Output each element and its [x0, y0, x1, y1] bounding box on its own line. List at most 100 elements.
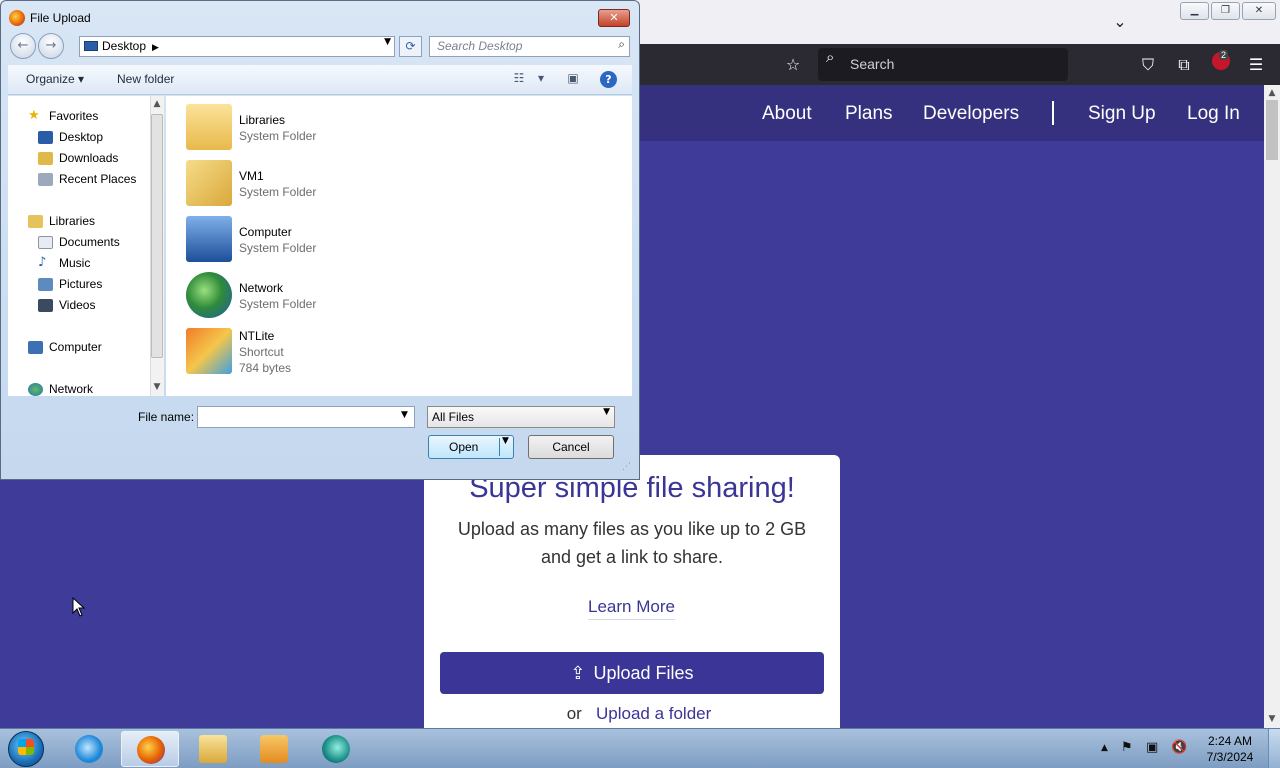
dialog-close-button[interactable]: ✕	[598, 9, 630, 27]
scroll-up-icon[interactable]: ▲	[1264, 86, 1280, 101]
resize-grip-icon[interactable]: ⋰	[622, 462, 631, 472]
learn-more-link[interactable]: Learn More	[588, 597, 675, 620]
file-name[interactable]: NTLite	[239, 329, 274, 343]
nav-videos[interactable]: Videos	[59, 298, 95, 312]
navigation-pane-scroll-thumb[interactable]	[151, 114, 163, 358]
windows-logo-icon	[18, 739, 34, 755]
taskbar-internet-explorer[interactable]	[60, 731, 118, 767]
nav-plans[interactable]: Plans	[845, 103, 893, 125]
minimize-button[interactable]: ▁	[1180, 2, 1209, 20]
nav-favorites[interactable]: Favorites	[49, 109, 98, 123]
open-button[interactable]: Open ▼	[428, 435, 514, 459]
user-folder-icon[interactable]	[186, 160, 232, 206]
search-icon: ⌕	[826, 48, 835, 66]
taskbar-file-explorer[interactable]	[184, 731, 242, 767]
file-name[interactable]: Network	[239, 281, 283, 295]
view-dropdown-icon[interactable]: ▾	[532, 71, 550, 87]
address-crumb-desktop[interactable]: Desktop	[102, 39, 146, 53]
firefox-icon	[9, 10, 25, 26]
file-name-dropdown-icon[interactable]: ▼	[401, 410, 408, 420]
file-list	[166, 96, 632, 396]
file-type-filter-value: All Files	[432, 410, 475, 424]
computer-icon	[28, 341, 43, 354]
pocket-icon[interactable]: ⛉	[1136, 53, 1160, 77]
network-icon[interactable]	[186, 272, 232, 318]
network-icon	[28, 383, 43, 396]
upload-files-button[interactable]: ⇪ Upload Files	[440, 652, 824, 694]
taskbar-app[interactable]	[307, 731, 365, 767]
dialog-search-placeholder: Search Desktop	[437, 39, 523, 53]
libraries-icon	[28, 215, 43, 228]
music-icon: ♪	[38, 255, 47, 270]
file-type-filter[interactable]: All Files ▼	[427, 406, 615, 428]
dialog-search-input[interactable]: Search Desktop ⌕	[429, 36, 630, 57]
volume-muted-icon[interactable]: 🔇	[1171, 740, 1187, 755]
bookmark-star-icon[interactable]: ☆	[781, 53, 805, 77]
organize-button[interactable]: Organize ▾	[26, 72, 84, 86]
upload-folder-link[interactable]: Upload a folder	[596, 704, 711, 723]
forward-arrow-icon[interactable]: →	[38, 33, 64, 59]
chevron-down-icon: ▼	[603, 407, 610, 417]
libraries-folder-icon[interactable]	[186, 104, 232, 150]
page-scroll-thumb[interactable]	[1266, 100, 1278, 160]
action-center-flag-icon[interactable]: ⚑	[1121, 740, 1133, 755]
new-folder-button[interactable]: New folder	[117, 72, 174, 86]
chevron-down-icon[interactable]: ⌄	[1108, 10, 1132, 34]
search-bar[interactable]: ⌕ Search	[818, 48, 1068, 81]
nav-recent-places[interactable]: Recent Places	[59, 172, 136, 186]
show-desktop-button[interactable]	[1268, 729, 1280, 768]
nav-network[interactable]: Network	[49, 382, 93, 396]
scroll-down-icon[interactable]: ▼	[1264, 712, 1280, 727]
open-dropdown-icon[interactable]: ▼	[502, 436, 509, 446]
internet-explorer-icon	[75, 735, 103, 763]
file-name-input[interactable]	[197, 406, 415, 428]
computer-icon[interactable]	[186, 216, 232, 262]
nav-pictures[interactable]: Pictures	[59, 277, 102, 291]
cancel-button[interactable]: Cancel	[528, 435, 614, 459]
nav-log-in[interactable]: Log In	[1187, 103, 1240, 125]
nav-divider	[1052, 101, 1054, 125]
extensions-icon[interactable]: ⧉	[1172, 53, 1196, 77]
back-arrow-icon[interactable]: ←	[10, 33, 36, 59]
taskbar-media-player[interactable]	[245, 731, 303, 767]
file-name[interactable]: Libraries	[239, 113, 285, 127]
preview-pane-icon[interactable]: ▣	[564, 71, 582, 87]
nav-about[interactable]: About	[762, 103, 812, 125]
nav-downloads[interactable]: Downloads	[59, 151, 118, 165]
nav-libraries[interactable]: Libraries	[49, 214, 95, 228]
menu-icon[interactable]: ☰	[1244, 53, 1268, 77]
file-explorer-icon	[199, 735, 227, 763]
refresh-icon[interactable]: ⟳	[399, 36, 422, 57]
upload-files-label: Upload Files	[593, 663, 694, 683]
scroll-down-icon[interactable]: ▼	[150, 380, 164, 395]
file-type: System Folder	[239, 241, 317, 255]
taskbar-clock[interactable]: 2:24 AM 7/3/2024	[1198, 733, 1262, 765]
help-icon[interactable]: ?	[600, 71, 617, 88]
address-dropdown-icon[interactable]: ▼	[384, 37, 391, 47]
file-name-label: File name:	[138, 410, 195, 424]
network-tray-icon[interactable]: ▣	[1146, 740, 1158, 755]
view-options-icon[interactable]: ☷	[510, 71, 528, 87]
desktop-icon	[84, 41, 98, 51]
nav-sign-up[interactable]: Sign Up	[1088, 103, 1156, 125]
file-name[interactable]: Computer	[239, 225, 292, 239]
nav-computer[interactable]: Computer	[49, 340, 102, 354]
nav-documents[interactable]: Documents	[59, 235, 120, 249]
extension-badge-count: 2	[1219, 50, 1229, 60]
restore-button[interactable]: ❐	[1211, 2, 1240, 20]
ntlite-shortcut-icon[interactable]	[186, 328, 232, 374]
file-name[interactable]: VM1	[239, 169, 264, 183]
taskbar-firefox[interactable]	[121, 731, 179, 767]
crumb-arrow-icon[interactable]: ▶	[152, 43, 159, 53]
desktop-icon	[38, 131, 53, 144]
nav-music[interactable]: Music	[59, 256, 90, 270]
firefox-icon	[137, 736, 165, 764]
scroll-up-icon[interactable]: ▲	[150, 97, 164, 112]
page-scrollbar[interactable]	[1264, 85, 1280, 728]
close-window-button[interactable]: ✕	[1242, 2, 1276, 20]
nav-desktop[interactable]: Desktop	[59, 130, 103, 144]
address-bar[interactable]: Desktop ▶ ▼	[79, 36, 395, 57]
documents-icon	[38, 236, 53, 249]
nav-developers[interactable]: Developers	[923, 103, 1019, 125]
tray-overflow-icon[interactable]: ▲	[1101, 743, 1108, 753]
